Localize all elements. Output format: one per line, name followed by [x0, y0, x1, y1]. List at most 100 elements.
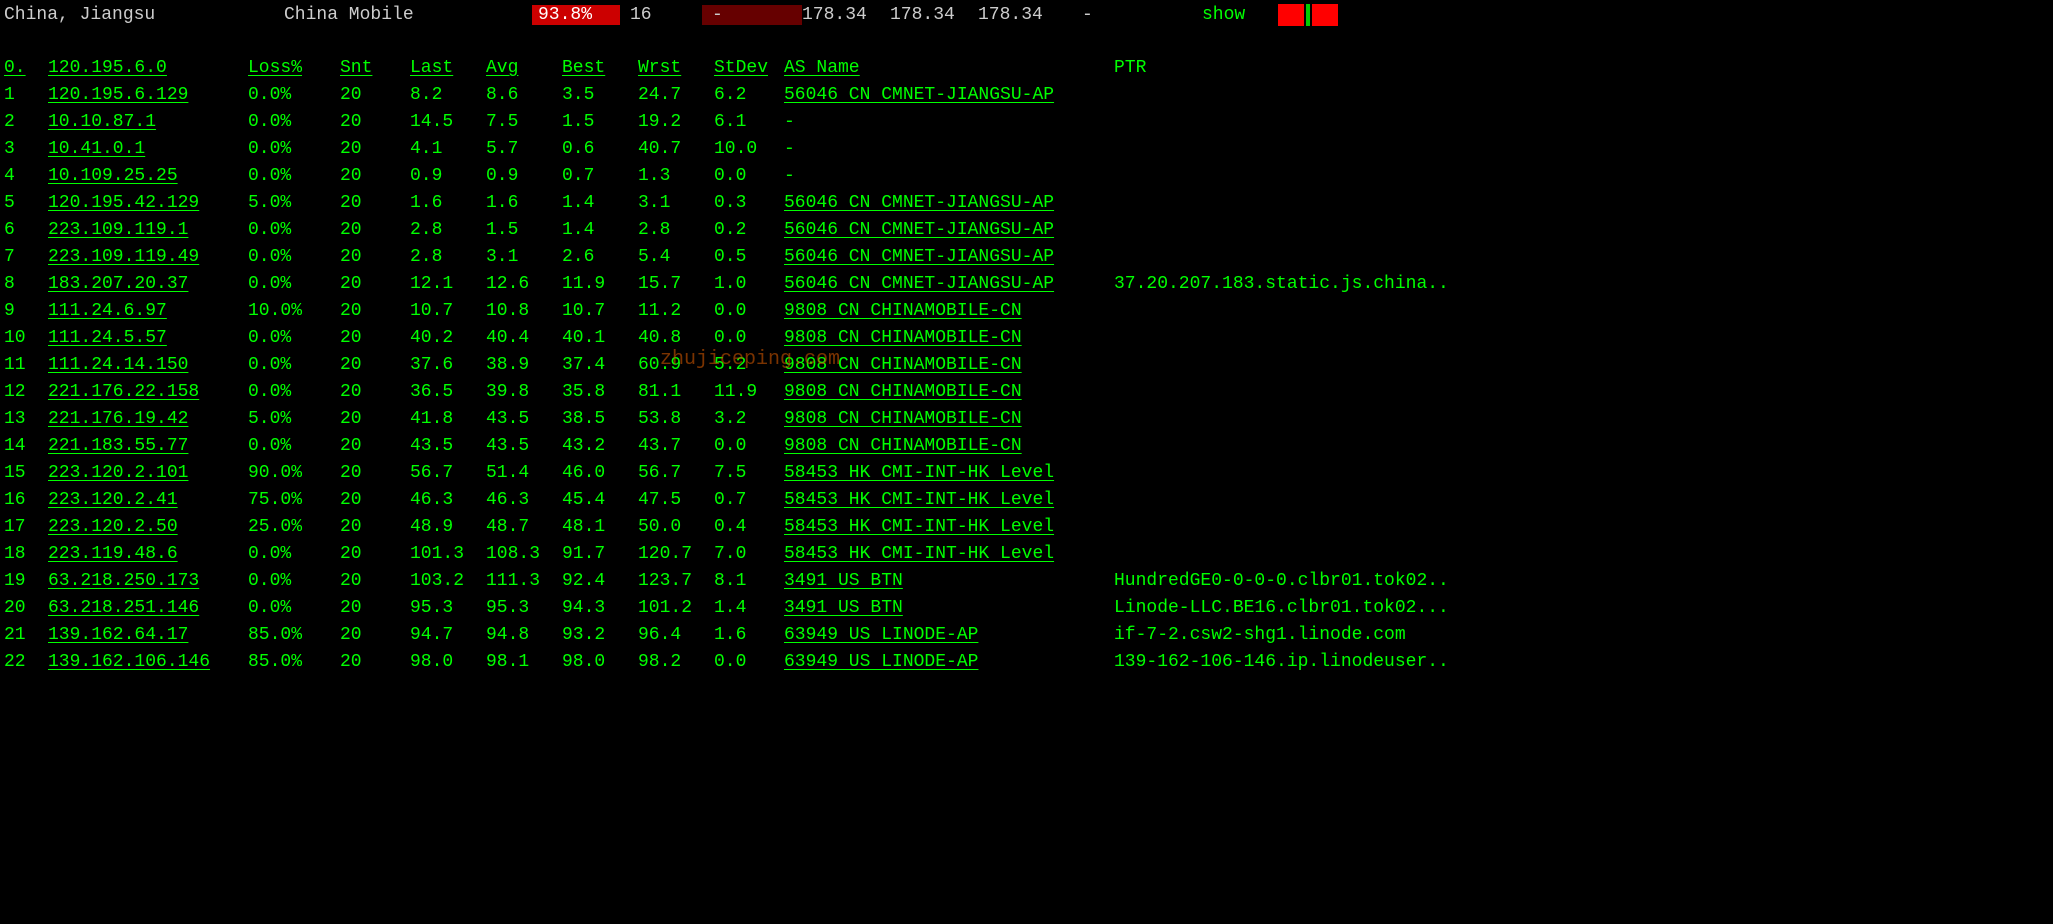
- hop-number: 13: [4, 409, 48, 436]
- latency-bars: [1278, 4, 1338, 26]
- hop-ip[interactable]: 223.120.2.50: [48, 517, 248, 544]
- hop-asname[interactable]: 56046 CN CMNET-JIANGSU-AP: [784, 220, 1114, 247]
- col-avg: Avg: [486, 58, 562, 85]
- hop-ip[interactable]: 223.120.2.41: [48, 490, 248, 517]
- hop-stdev: 0.0: [714, 301, 784, 328]
- hop-ip[interactable]: 120.195.42.129: [48, 193, 248, 220]
- hop-ip[interactable]: 111.24.5.57: [48, 328, 248, 355]
- hop-wrst: 40.7: [638, 139, 714, 166]
- hop-ip[interactable]: 223.120.2.101: [48, 463, 248, 490]
- hop-ip[interactable]: 223.109.119.1: [48, 220, 248, 247]
- hop-ip[interactable]: 120.195.6.129: [48, 85, 248, 112]
- hop-last: 1.6: [410, 193, 486, 220]
- hop-number: 16: [4, 490, 48, 517]
- hop-asname[interactable]: 9808 CN CHINAMOBILE-CN: [784, 382, 1114, 409]
- hop-asname[interactable]: 58453 HK CMI-INT-HK Level: [784, 544, 1114, 571]
- hop-asname[interactable]: -: [784, 166, 1114, 193]
- hop-stdev: 1.0: [714, 274, 784, 301]
- table-row: 5120.195.42.1295.0%201.61.61.43.10.35604…: [4, 193, 1461, 220]
- hop-stdev: 0.0: [714, 652, 784, 679]
- hop-asname[interactable]: 63949 US LINODE-AP: [784, 652, 1114, 679]
- hop-stdev: 0.2: [714, 220, 784, 247]
- summary-header: China, Jiangsu China Mobile 93.8% 16 - 1…: [4, 4, 2049, 26]
- hop-ip[interactable]: 63.218.251.146: [48, 598, 248, 625]
- hop-asname[interactable]: 3491 US BTN: [784, 598, 1114, 625]
- hop-wrst: 24.7: [638, 85, 714, 112]
- hop-wrst: 60.9: [638, 355, 714, 382]
- hop-last: 56.7: [410, 463, 486, 490]
- hop-asname[interactable]: -: [784, 112, 1114, 139]
- hop-number: 9: [4, 301, 48, 328]
- hop-asname[interactable]: 56046 CN CMNET-JIANGSU-AP: [784, 274, 1114, 301]
- hop-stdev: 10.0: [714, 139, 784, 166]
- hop-asname[interactable]: 56046 CN CMNET-JIANGSU-AP: [784, 193, 1114, 220]
- hop-avg: 95.3: [486, 598, 562, 625]
- hop-ptr: [1114, 382, 1461, 409]
- hop-asname[interactable]: 56046 CN CMNET-JIANGSU-AP: [784, 247, 1114, 274]
- hop-ip[interactable]: 10.10.87.1: [48, 112, 248, 139]
- hop-wrst: 56.7: [638, 463, 714, 490]
- hop-ip[interactable]: 221.176.22.158: [48, 382, 248, 409]
- hop-ptr: [1114, 193, 1461, 220]
- hop-wrst: 19.2: [638, 112, 714, 139]
- hop-snt: 20: [340, 112, 410, 139]
- hop-loss: 25.0%: [248, 517, 340, 544]
- hop-ip[interactable]: 111.24.14.150: [48, 355, 248, 382]
- hop-asname[interactable]: 3491 US BTN: [784, 571, 1114, 598]
- table-row: 9111.24.6.9710.0%2010.710.810.711.20.098…: [4, 301, 1461, 328]
- hop-best: 1.4: [562, 220, 638, 247]
- hop-ip[interactable]: 221.176.19.42: [48, 409, 248, 436]
- hop-stdev: 8.1: [714, 571, 784, 598]
- hop-asname[interactable]: 9808 CN CHINAMOBILE-CN: [784, 301, 1114, 328]
- table-header-row: 0. 120.195.6.0 Loss% Snt Last Avg Best W…: [4, 58, 1461, 85]
- hop-ptr: [1114, 328, 1461, 355]
- hop-asname[interactable]: 63949 US LINODE-AP: [784, 625, 1114, 652]
- hop-ip[interactable]: 111.24.6.97: [48, 301, 248, 328]
- hop-best: 91.7: [562, 544, 638, 571]
- hop-snt: 20: [340, 328, 410, 355]
- col-hop: 0.: [4, 58, 48, 85]
- hop-ip[interactable]: 221.183.55.77: [48, 436, 248, 463]
- hop-asname[interactable]: 58453 HK CMI-INT-HK Level: [784, 517, 1114, 544]
- hop-stdev: 0.7: [714, 490, 784, 517]
- hop-ip[interactable]: 10.109.25.25: [48, 166, 248, 193]
- col-ptr: PTR: [1114, 58, 1461, 85]
- hop-asname[interactable]: 58453 HK CMI-INT-HK Level: [784, 463, 1114, 490]
- show-button[interactable]: show: [1202, 5, 1278, 25]
- hop-asname[interactable]: 58453 HK CMI-INT-HK Level: [784, 490, 1114, 517]
- hop-best: 45.4: [562, 490, 638, 517]
- hop-snt: 20: [340, 274, 410, 301]
- hop-asname[interactable]: 9808 CN CHINAMOBILE-CN: [784, 409, 1114, 436]
- hop-best: 98.0: [562, 652, 638, 679]
- hop-loss: 0.0%: [248, 382, 340, 409]
- hop-last: 2.8: [410, 247, 486, 274]
- hop-wrst: 40.8: [638, 328, 714, 355]
- header-wrst: 178.34: [978, 5, 1082, 25]
- hop-avg: 43.5: [486, 436, 562, 463]
- hop-asname[interactable]: -: [784, 139, 1114, 166]
- hop-best: 40.1: [562, 328, 638, 355]
- hop-best: 1.4: [562, 193, 638, 220]
- hop-asname[interactable]: 56046 CN CMNET-JIANGSU-AP: [784, 85, 1114, 112]
- bar-red: [1312, 4, 1338, 26]
- hop-ip[interactable]: 139.162.64.17: [48, 625, 248, 652]
- hop-number: 19: [4, 571, 48, 598]
- hop-best: 35.8: [562, 382, 638, 409]
- hop-ip[interactable]: 10.41.0.1: [48, 139, 248, 166]
- header-location: China, Jiangsu: [4, 5, 284, 25]
- hop-number: 12: [4, 382, 48, 409]
- hop-asname[interactable]: 9808 CN CHINAMOBILE-CN: [784, 328, 1114, 355]
- hop-ip[interactable]: 223.119.48.6: [48, 544, 248, 571]
- hop-ip[interactable]: 139.162.106.146: [48, 652, 248, 679]
- hop-asname[interactable]: 9808 CN CHINAMOBILE-CN: [784, 355, 1114, 382]
- hop-ip[interactable]: 63.218.250.173: [48, 571, 248, 598]
- hop-ptr: [1114, 436, 1461, 463]
- hop-asname[interactable]: 9808 CN CHINAMOBILE-CN: [784, 436, 1114, 463]
- hop-best: 93.2: [562, 625, 638, 652]
- hop-ip[interactable]: 183.207.20.37: [48, 274, 248, 301]
- hop-ptr: [1114, 85, 1461, 112]
- table-row: 18223.119.48.60.0%20101.3108.391.7120.77…: [4, 544, 1461, 571]
- hop-ip[interactable]: 223.109.119.49: [48, 247, 248, 274]
- hop-avg: 1.6: [486, 193, 562, 220]
- hop-loss: 5.0%: [248, 409, 340, 436]
